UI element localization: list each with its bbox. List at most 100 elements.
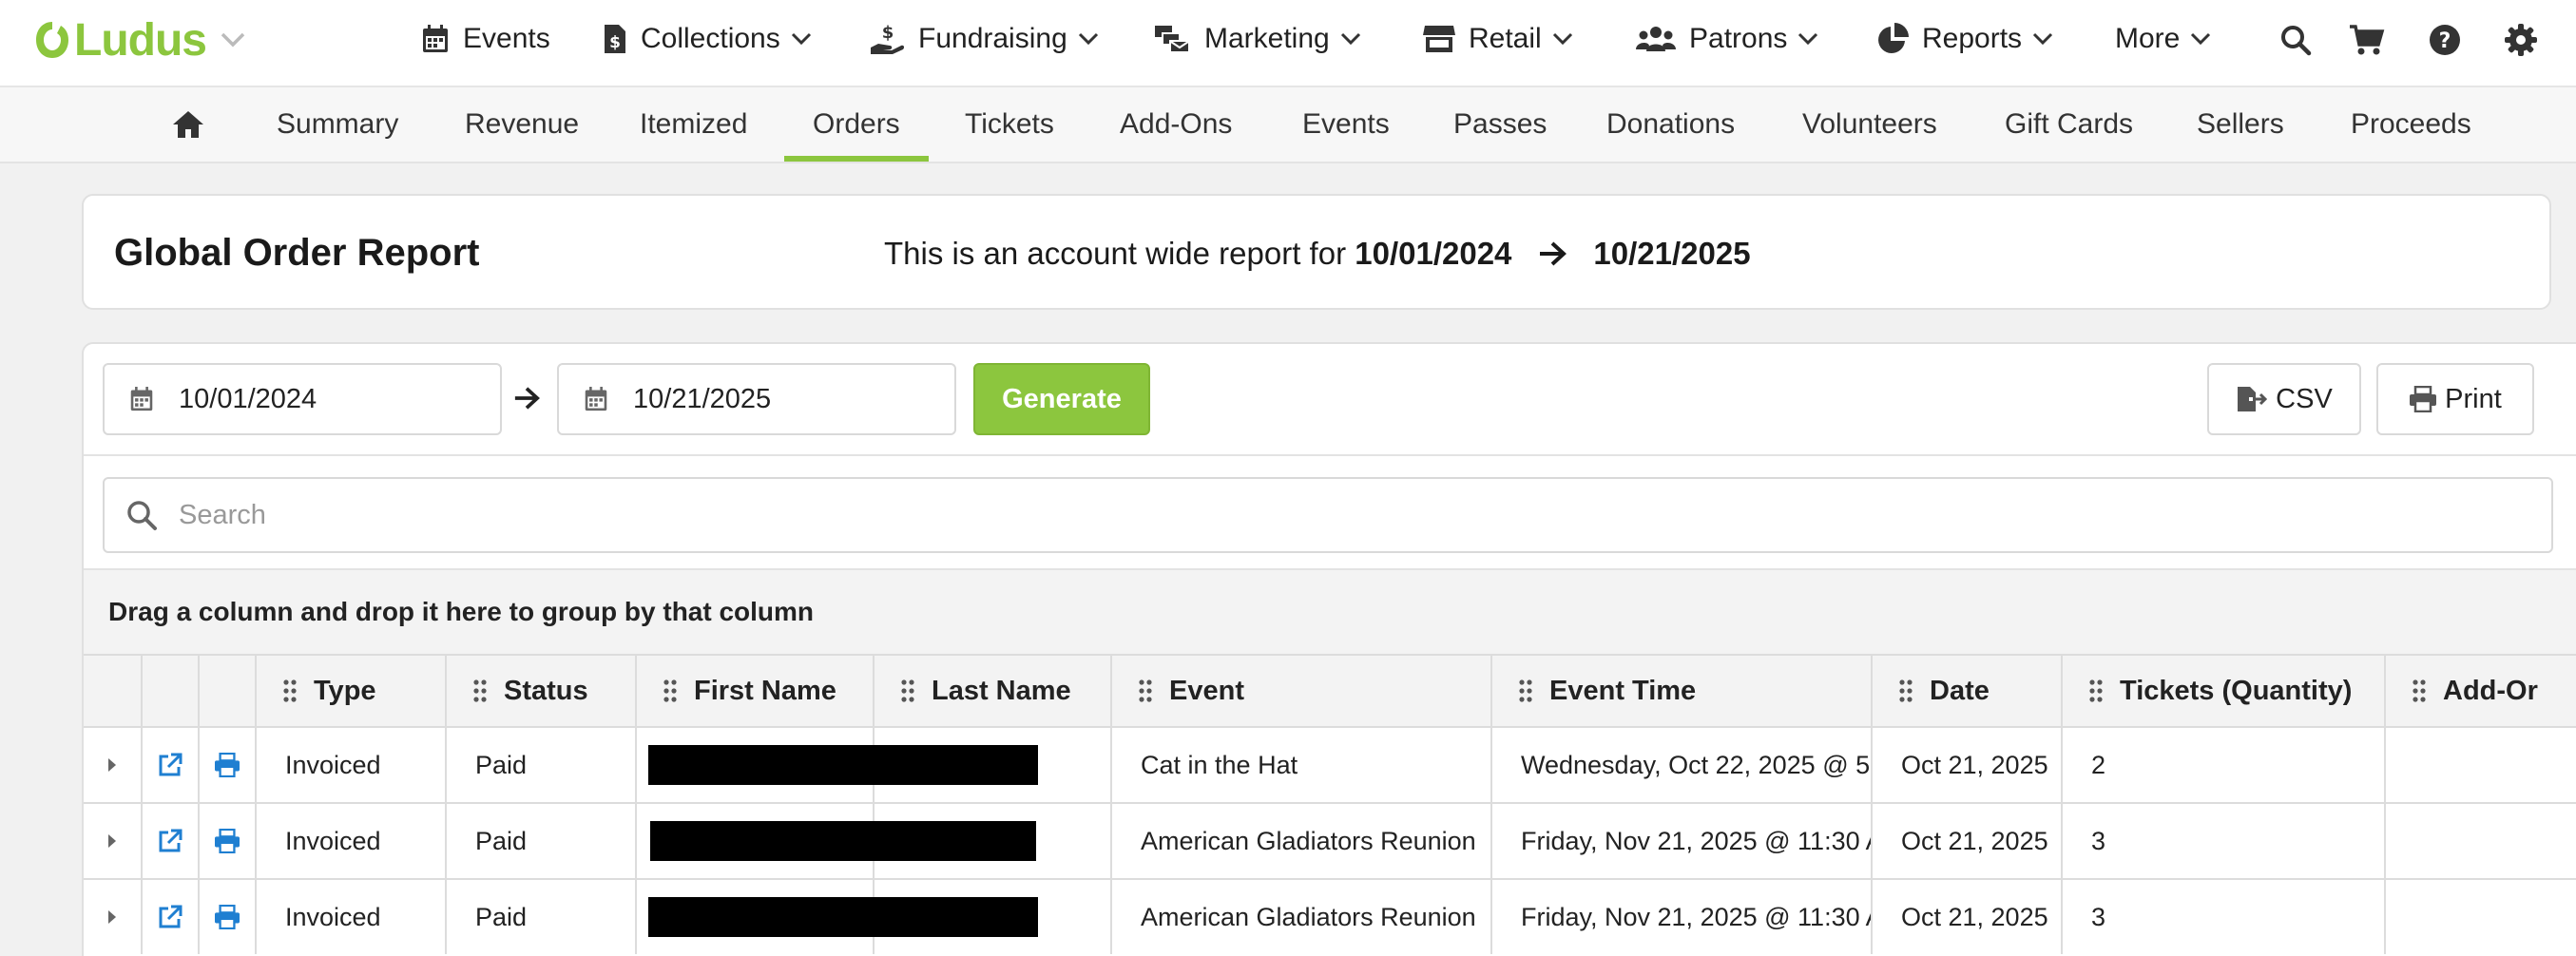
sub-nav-home[interactable] [171, 87, 205, 162]
sub-nav-itemized[interactable]: Itemized [640, 87, 747, 162]
csv-label: CSV [2276, 383, 2333, 414]
sub-nav-orders[interactable]: Orders [813, 87, 900, 162]
chevron-down-icon [1551, 31, 1574, 47]
row-expand-toggle[interactable] [84, 880, 141, 954]
end-date-value: 10/21/2025 [633, 383, 772, 414]
cart-button[interactable] [2346, 19, 2388, 61]
column-header-date-label: Date [1930, 675, 1990, 706]
print-order-button[interactable] [198, 728, 255, 802]
column-header-last-name[interactable]: Last Name [873, 656, 1110, 726]
nav-more-label: More [2115, 23, 2181, 54]
row-expand-toggle[interactable] [84, 804, 141, 878]
drag-handle-icon[interactable] [663, 679, 677, 702]
table-row[interactable]: Invoiced Paid American Gladiators Reunio… [84, 802, 2576, 878]
nav-patrons[interactable]: Patrons [1636, 0, 1819, 78]
group-by-drop-zone[interactable]: Drag a column and drop it here to group … [84, 568, 2576, 654]
nav-events-label: Events [463, 23, 550, 54]
open-order-button[interactable] [141, 804, 198, 878]
svg-text:?: ? [2439, 29, 2451, 53]
search-box[interactable] [103, 477, 2553, 553]
nav-retail[interactable]: Retail [1423, 0, 1574, 78]
drag-handle-icon[interactable] [1139, 679, 1152, 702]
svg-text:$: $ [609, 33, 621, 52]
calendar-icon [129, 386, 154, 412]
column-header-event[interactable]: Event [1110, 656, 1490, 726]
range-end-date: 10/21/2025 [1593, 236, 1751, 271]
column-header-date[interactable]: Date [1871, 656, 2061, 726]
table-row[interactable]: Invoiced Paid American Gladiators Reunio… [84, 878, 2576, 954]
end-date-input[interactable]: 10/21/2025 [557, 363, 956, 435]
sub-nav-summary[interactable]: Summary [277, 87, 398, 162]
cell-add-ons [2384, 880, 2576, 954]
drag-handle-icon[interactable] [1899, 679, 1913, 702]
report-sub-nav: Summary Revenue Itemized Orders Tickets … [0, 87, 2576, 163]
sub-nav-proceeds[interactable]: Proceeds [2351, 87, 2471, 162]
open-order-button[interactable] [141, 880, 198, 954]
sub-nav-gift-cards[interactable]: Gift Cards [2005, 87, 2133, 162]
app-name: Ludus [74, 14, 207, 66]
start-date-input[interactable]: 10/01/2024 [103, 363, 502, 435]
row-expand-toggle[interactable] [84, 728, 141, 802]
cell-add-ons [2384, 728, 2576, 802]
hand-donate-icon: $ [869, 23, 905, 55]
report-range-summary: This is an account wide report for 10/01… [884, 236, 1751, 272]
drag-handle-icon[interactable] [283, 679, 297, 702]
sub-nav-add-ons[interactable]: Add-Ons [1120, 87, 1232, 162]
generate-button[interactable]: Generate [973, 363, 1150, 435]
open-order-button[interactable] [141, 728, 198, 802]
chevron-down-icon[interactable] [220, 31, 246, 48]
chevron-down-icon [1077, 31, 1100, 47]
print-button[interactable]: Print [2376, 363, 2534, 435]
column-header-event-time[interactable]: Event Time [1490, 656, 1871, 726]
sub-nav-events[interactable]: Events [1302, 87, 1390, 162]
drag-handle-icon[interactable] [2413, 679, 2426, 702]
pie-chart-icon [1876, 23, 1909, 55]
cell-status: Paid [445, 804, 635, 878]
nav-fundraising[interactable]: $ Fundraising [869, 0, 1100, 78]
drag-handle-icon[interactable] [1519, 679, 1532, 702]
gear-icon [2505, 24, 2537, 56]
sub-nav-revenue[interactable]: Revenue [465, 87, 579, 162]
table-row[interactable]: Invoiced Paid Cat in the Hat Wednesday, … [84, 726, 2576, 802]
sub-nav-passes[interactable]: Passes [1453, 87, 1547, 162]
nav-collections[interactable]: $ Collections [603, 0, 813, 78]
column-header-first-name[interactable]: First Name [635, 656, 873, 726]
csv-export-button[interactable]: CSV [2207, 363, 2361, 435]
column-header-add-ons-label: Add-Or [2443, 675, 2538, 706]
column-header-status[interactable]: Status [445, 656, 635, 726]
sub-nav-tickets[interactable]: Tickets [965, 87, 1054, 162]
cell-tickets-quantity: 3 [2061, 880, 2384, 954]
range-start-date: 10/01/2024 [1355, 236, 1512, 271]
caret-right-icon [106, 908, 118, 926]
column-header-tickets-quantity[interactable]: Tickets (Quantity) [2061, 656, 2384, 726]
drag-handle-icon[interactable] [901, 679, 914, 702]
column-header-type[interactable]: Type [255, 656, 445, 726]
report-header-card: Global Order Report This is an account w… [82, 194, 2551, 310]
drag-handle-icon[interactable] [2089, 679, 2103, 702]
cell-type: Invoiced [255, 804, 445, 878]
search-icon [2279, 24, 2312, 56]
sub-nav-donations[interactable]: Donations [1606, 87, 1735, 162]
search-button[interactable] [2275, 19, 2316, 61]
home-icon [171, 109, 205, 140]
printer-icon [2409, 386, 2437, 412]
arrow-right-icon [513, 386, 540, 411]
app-logo[interactable]: Ludus [34, 11, 246, 68]
nav-marketing[interactable]: Marketing [1153, 0, 1362, 78]
printer-icon [214, 905, 240, 929]
nav-reports[interactable]: Reports [1876, 0, 2054, 78]
column-header-add-ons[interactable]: Add-Or [2384, 656, 2576, 726]
print-order-button[interactable] [198, 880, 255, 954]
print-column-header [198, 656, 255, 726]
nav-events[interactable]: Events [421, 0, 550, 78]
caret-right-icon [106, 832, 118, 850]
print-order-button[interactable] [198, 804, 255, 878]
settings-button[interactable] [2500, 19, 2542, 61]
drag-handle-icon[interactable] [473, 679, 487, 702]
search-input[interactable] [179, 499, 2460, 531]
top-nav: Ludus Events $ Collections $ Fundraising… [0, 0, 2576, 87]
sub-nav-volunteers[interactable]: Volunteers [1802, 87, 1937, 162]
nav-more[interactable]: More [2115, 0, 2212, 78]
help-button[interactable]: ? [2424, 19, 2466, 61]
sub-nav-sellers[interactable]: Sellers [2197, 87, 2284, 162]
